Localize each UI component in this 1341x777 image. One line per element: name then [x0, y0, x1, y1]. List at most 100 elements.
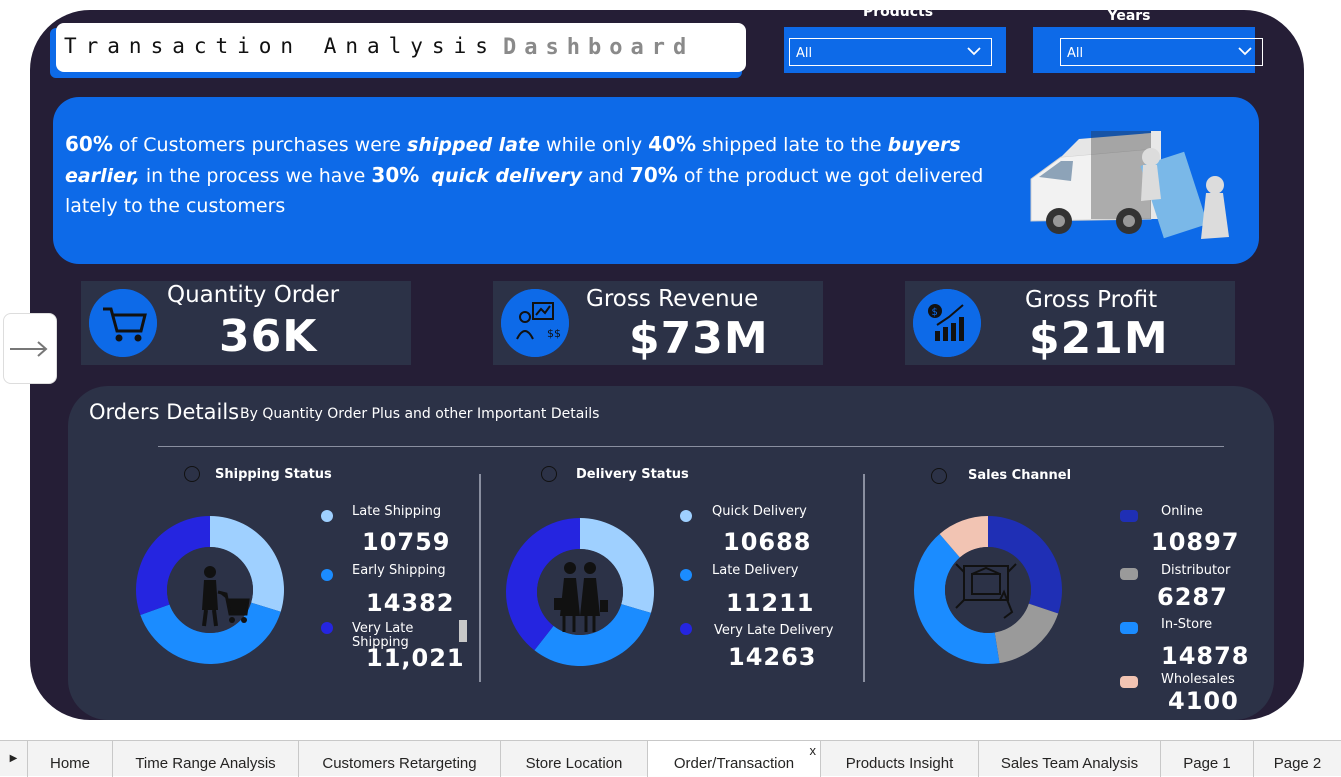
tab-label: Customers Retargeting: [322, 755, 477, 772]
tab-products-insight[interactable]: Products Insight: [821, 741, 979, 777]
tab-time-range-analysis[interactable]: Time Range Analysis: [113, 741, 299, 777]
legend-label: Wholesales: [1161, 672, 1235, 687]
years-filter-label: Years: [1107, 8, 1151, 24]
insight-pct-late: 60%: [65, 132, 113, 156]
tab-scroll-left[interactable]: ▶: [0, 741, 28, 777]
legend-swatch: [680, 569, 692, 581]
divider: [479, 474, 481, 682]
kpi-gross-revenue: $$ Gross Revenue $73M: [493, 281, 823, 365]
page-tab-bar: ▶ Home Time Range Analysis Customers Ret…: [0, 740, 1341, 777]
legend-value: 10897: [1151, 528, 1240, 556]
caret-right-icon: ▶: [9, 753, 18, 764]
delivery-status-donut[interactable]: [504, 516, 656, 668]
insight-text-part: and: [582, 165, 630, 187]
legend-label: Quick Delivery: [712, 504, 807, 519]
legend-swatch: [1120, 510, 1138, 522]
legend-label: Early Shipping: [352, 563, 446, 578]
insight-text-part: while only: [539, 134, 649, 156]
donut-center: [537, 549, 623, 635]
arrow-right-icon: [10, 341, 48, 357]
legend-value: 14382: [366, 589, 455, 617]
insight-text: 60% of Customers purchases were shipped …: [65, 129, 995, 221]
orders-subtitle: By Quantity Order Plus and other Importa…: [240, 406, 600, 422]
tab-page-1[interactable]: Page 1: [1161, 741, 1254, 777]
legend-label: Distributor: [1161, 563, 1231, 578]
delivery-van-illustration: [1030, 131, 1229, 239]
tab-store-location[interactable]: Store Location: [501, 741, 648, 777]
kpi-value: 36K: [219, 311, 318, 362]
sales-channel-title: Sales Channel: [968, 468, 1072, 483]
legend-value: 4100: [1168, 687, 1239, 715]
chevron-down-icon: [967, 47, 981, 56]
tab-label: Order/Transaction: [673, 755, 795, 772]
legend-swatch: [1120, 676, 1138, 688]
page-title-emphasis: Dashboard: [503, 35, 695, 60]
products-dropdown[interactable]: All: [789, 38, 992, 66]
svg-text:$$: $$: [547, 327, 561, 340]
insight-emphasis: shipped late: [407, 134, 540, 156]
tab-label: Store Location: [525, 755, 623, 772]
delivery-status-title: Delivery Status: [576, 467, 689, 482]
kpi-label: Gross Profit: [1025, 287, 1158, 313]
insight-pct-quick: 30%: [371, 163, 420, 187]
divider: [863, 474, 865, 682]
years-filter: All: [1033, 27, 1263, 73]
legend-swatch: [1120, 622, 1138, 634]
tab-label: Products Insight: [845, 755, 954, 772]
donut-center: [945, 547, 1031, 633]
report-canvas: Transaction Analysis Dashboard Products …: [0, 0, 1341, 740]
legend-swatch: [321, 569, 333, 581]
legend-value: 14878: [1161, 642, 1250, 670]
kpi-value: $73M: [629, 313, 769, 364]
legend-value: 10688: [723, 528, 812, 556]
check-icon: [931, 468, 947, 484]
legend-label: Online: [1161, 504, 1203, 519]
legend-swatch: [680, 510, 692, 522]
tab-home[interactable]: Home: [28, 741, 113, 777]
title-card: Transaction Analysis Dashboard: [56, 23, 746, 72]
chevron-down-icon: [1238, 47, 1252, 56]
sales-channel-donut[interactable]: [912, 514, 1064, 666]
legend-value: 11,021: [366, 644, 465, 672]
legend-scrollbar[interactable]: [459, 620, 467, 642]
legend-swatch: [1120, 568, 1138, 580]
legend-label: Late Shipping: [352, 504, 442, 519]
legend-value: 14263: [728, 643, 817, 671]
legend-swatch: [680, 623, 692, 635]
kpi-label: Gross Revenue: [586, 286, 759, 312]
kpi-value: $21M: [1029, 313, 1169, 364]
kpi-gross-profit: $ Gross Profit $21M: [905, 281, 1235, 365]
page-title: Transaction Analysis: [64, 34, 497, 58]
tab-label: Home: [49, 755, 90, 772]
products-filter-label: Products: [862, 4, 934, 20]
tab-label: Time Range Analysis: [135, 755, 276, 772]
tab-customers-retargeting[interactable]: Customers Retargeting: [299, 741, 501, 777]
tab-label: Page 2: [1273, 755, 1322, 772]
years-dropdown[interactable]: All: [1060, 38, 1263, 66]
years-dropdown-value: All: [1067, 46, 1084, 61]
insight-pct-late-delivery: 70%: [629, 163, 678, 187]
tab-order-transaction[interactable]: Order/Transaction x: [648, 741, 821, 777]
legend-label: In-Store: [1161, 617, 1213, 632]
products-filter: All: [784, 27, 1006, 73]
profit-chart-icon: $: [913, 289, 981, 357]
tab-sales-team-analysis[interactable]: Sales Team Analysis: [979, 741, 1161, 777]
revenue-presenter-icon: $$: [501, 289, 569, 357]
kpi-quantity-order: Quantity Order 36K: [81, 281, 411, 365]
insight-text-part: in the process we have: [139, 165, 372, 187]
legend-label: Very Late Delivery: [714, 623, 834, 638]
svg-text:$: $: [932, 307, 938, 318]
shopping-cart-icon: [89, 289, 157, 357]
check-icon: [184, 466, 200, 482]
insight-pct-early: 40%: [648, 132, 696, 156]
legend-value: 10759: [362, 528, 451, 556]
legend-value: 11211: [726, 589, 815, 617]
shipping-status-donut[interactable]: [134, 514, 286, 666]
close-icon[interactable]: x: [810, 743, 817, 758]
page-navigation-button[interactable]: [3, 313, 57, 384]
insight-banner: 60% of Customers purchases were shipped …: [53, 97, 1259, 264]
tab-page-2[interactable]: Page 2: [1254, 741, 1341, 777]
insight-text-part: of Customers purchases were: [112, 134, 408, 156]
orders-title: Orders Details: [89, 400, 240, 424]
insight-text-part: shipped late to the: [696, 134, 888, 156]
